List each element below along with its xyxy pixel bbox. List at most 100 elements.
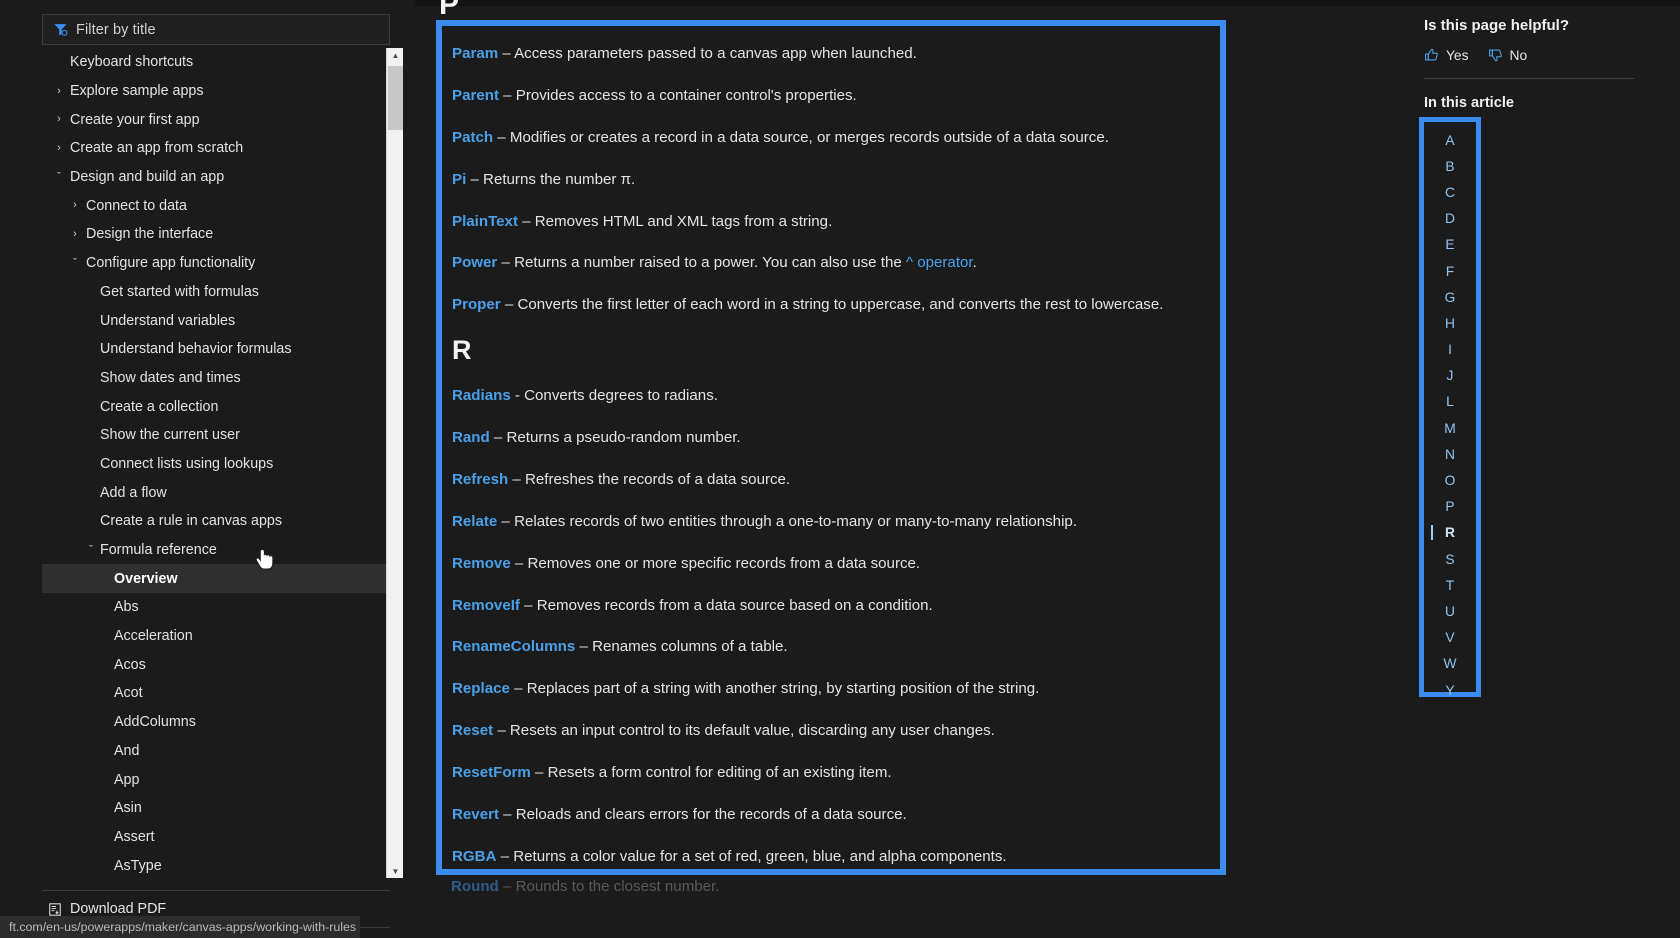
chevron-right-icon[interactable]: › <box>68 228 82 240</box>
sidebar-item-label: Explore sample apps <box>70 83 204 100</box>
function-description: – Resets a form control for editing of a… <box>530 764 892 781</box>
letter-index-t[interactable]: T <box>1424 572 1476 598</box>
sidebar-item-create-a-collection[interactable]: Create a collection <box>42 392 390 421</box>
sidebar-item-label: Formula reference <box>100 542 217 559</box>
function-link[interactable]: Parent <box>452 87 499 104</box>
scroll-down-arrow-icon[interactable]: ▼ <box>387 864 404 878</box>
function-link[interactable]: PlainText <box>452 213 518 230</box>
function-link[interactable]: Radians <box>452 387 511 404</box>
sidebar-item-assert[interactable]: Assert <box>42 823 390 852</box>
sidebar-item-overview[interactable]: Overview <box>42 564 390 594</box>
function-link[interactable]: RemoveIf <box>452 597 520 614</box>
sidebar-scrollbar-thumb[interactable] <box>388 66 403 130</box>
letter-index-c[interactable]: C <box>1424 179 1476 205</box>
feedback-no-button[interactable]: No <box>1488 47 1528 63</box>
chevron-right-icon[interactable]: › <box>52 114 66 125</box>
function-link[interactable]: Patch <box>452 129 493 146</box>
sidebar-item-understand-variables[interactable]: Understand variables <box>42 306 390 335</box>
function-link[interactable]: Rand <box>452 429 490 446</box>
sidebar-item-acos[interactable]: Acos <box>42 650 390 679</box>
sidebar-item-show-dates-and-times[interactable]: Show dates and times <box>42 364 390 393</box>
letter-index-d[interactable]: D <box>1424 206 1476 232</box>
function-link[interactable]: Reset <box>452 722 493 739</box>
function-link[interactable]: Refresh <box>452 471 508 488</box>
feedback-yes-button[interactable]: Yes <box>1424 47 1469 63</box>
scroll-up-arrow-icon[interactable]: ▲ <box>387 48 404 62</box>
sidebar-item-configure-app-functionality[interactable]: ˇ Configure app functionality <box>42 249 390 278</box>
function-entry: Param – Access parameters passed to a ca… <box>452 44 1204 64</box>
letter-index-u[interactable]: U <box>1424 598 1476 624</box>
sidebar-item-create-an-app-from-scratch[interactable]: › Create an app from scratch <box>42 134 390 163</box>
sidebar-item-formula-reference[interactable]: ˇ Formula reference <box>42 536 390 565</box>
letter-index-n[interactable]: N <box>1424 441 1476 467</box>
letter-index-a[interactable]: A <box>1424 127 1476 153</box>
letter-index-m[interactable]: M <box>1424 415 1476 441</box>
chevron-right-icon[interactable]: › <box>52 142 66 154</box>
chevron-down-icon[interactable]: ˇ <box>84 544 98 556</box>
sidebar-item-get-started-with-formulas[interactable]: Get started with formulas <box>42 278 390 307</box>
letter-index-f[interactable]: F <box>1424 258 1476 284</box>
inline-operator-link[interactable]: ^ operator <box>906 254 973 271</box>
function-link[interactable]: Replace <box>452 680 510 697</box>
filter-input[interactable]: Filter by title <box>42 14 390 45</box>
function-link[interactable]: Proper <box>452 296 501 313</box>
letter-index-s[interactable]: S <box>1424 546 1476 572</box>
letter-index-y[interactable]: Y <box>1424 677 1476 703</box>
letter-index-r[interactable]: R <box>1424 520 1476 546</box>
sidebar-item-label: Get started with formulas <box>100 283 259 300</box>
function-link[interactable]: Relate <box>452 513 497 530</box>
sidebar-item-astype[interactable]: AsType <box>42 851 390 880</box>
sidebar-nav-scroll-area: Keyboard shortcuts › Explore sample apps › C… <box>42 48 390 884</box>
letter-index-p[interactable]: P <box>1424 494 1476 520</box>
sidebar-item-app[interactable]: App <box>42 765 390 794</box>
sidebar-item-abs[interactable]: Abs <box>42 593 390 622</box>
function-link[interactable]: Param <box>452 45 498 62</box>
clipped-function-link[interactable]: Round <box>451 878 499 895</box>
sidebar-item-acceleration[interactable]: Acceleration <box>42 622 390 651</box>
chevron-down-icon[interactable]: ˇ <box>68 257 82 269</box>
function-entry: Parent – Provides access to a container … <box>452 86 1204 106</box>
function-link[interactable]: Pi <box>452 171 466 188</box>
sidebar-item-asin[interactable]: Asin <box>42 794 390 823</box>
sidebar-item-label: Add a flow <box>100 484 167 501</box>
function-link[interactable]: RGBA <box>452 848 496 865</box>
sidebar-item-show-the-current-user[interactable]: Show the current user <box>42 421 390 450</box>
letter-index-b[interactable]: B <box>1424 153 1476 179</box>
letter-index-i[interactable]: I <box>1424 337 1476 363</box>
letter-index-l[interactable]: L <box>1424 389 1476 415</box>
sidebar-item-keyboard-shortcuts[interactable]: Keyboard shortcuts <box>42 48 390 77</box>
sidebar-item-understand-behavior-formulas[interactable]: Understand behavior formulas <box>42 335 390 364</box>
letter-index-h[interactable]: H <box>1424 310 1476 336</box>
function-link[interactable]: ResetForm <box>452 764 531 781</box>
content-highlight-box: Param – Access parameters passed to a ca… <box>436 20 1226 875</box>
sidebar-item-create-your-first-app[interactable]: › Create your first app <box>42 105 390 134</box>
sidebar-item-connect-to-data[interactable]: › Connect to data <box>42 191 390 220</box>
sidebar-item-and[interactable]: And <box>42 737 390 766</box>
function-description: – Access parameters passed to a canvas a… <box>498 45 917 62</box>
sidebar-item-explore-sample-apps[interactable]: › Explore sample apps <box>42 77 390 106</box>
sidebar-item-design-and-build-an-app[interactable]: ˇ Design and build an app <box>42 163 390 192</box>
letter-index-v[interactable]: V <box>1424 625 1476 651</box>
sidebar-item-connect-lists-using-lookups[interactable]: Connect lists using lookups <box>42 450 390 479</box>
sidebar-item-add-a-flow[interactable]: Add a flow <box>42 478 390 507</box>
function-link[interactable]: Remove <box>452 555 511 572</box>
sidebar-scrollbar[interactable]: ▲ ▼ <box>386 48 403 878</box>
function-link[interactable]: Revert <box>452 806 499 823</box>
letter-index-g[interactable]: G <box>1424 284 1476 310</box>
letter-index-w[interactable]: W <box>1424 651 1476 677</box>
chevron-right-icon[interactable]: › <box>52 85 66 97</box>
function-link[interactable]: RenameColumns <box>452 638 575 655</box>
letter-index-e[interactable]: E <box>1424 232 1476 258</box>
chevron-right-icon[interactable]: › <box>68 200 82 211</box>
function-link[interactable]: Power <box>452 254 497 271</box>
sidebar-item-create-a-rule-in-canvas-apps[interactable]: Create a rule in canvas apps <box>42 507 390 536</box>
letter-index-j[interactable]: J <box>1424 363 1476 389</box>
function-description-tail: . <box>972 254 977 272</box>
feedback-no-label: No <box>1509 47 1528 63</box>
sidebar-item-acot[interactable]: Acot <box>42 679 390 708</box>
sidebar-item-design-the-interface[interactable]: › Design the interface <box>42 220 390 249</box>
function-entry: RemoveIf – Removes records from a data s… <box>452 596 1204 616</box>
chevron-down-icon[interactable]: ˇ <box>52 171 66 183</box>
sidebar-item-addcolumns[interactable]: AddColumns <box>42 708 390 737</box>
letter-index-o[interactable]: O <box>1424 467 1476 493</box>
